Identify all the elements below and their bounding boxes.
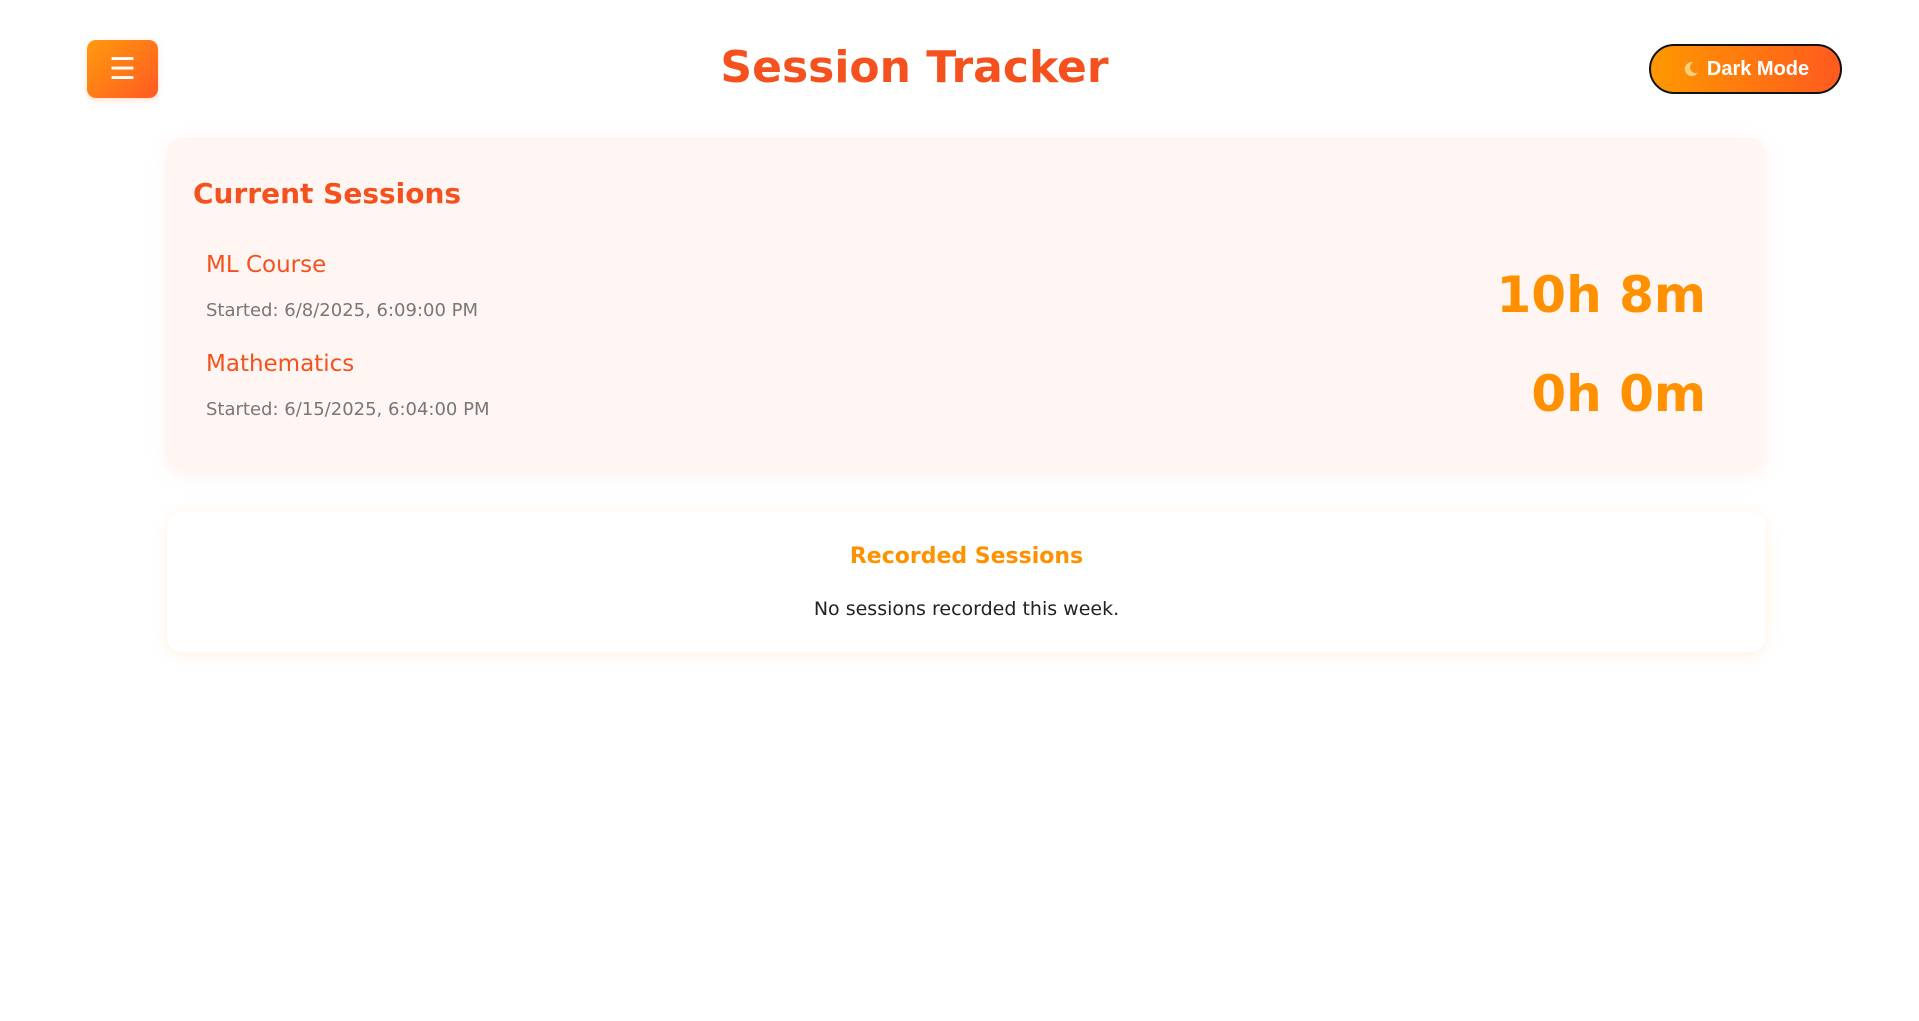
session-started-time: Started: 6/15/2025, 6:04:00 PM bbox=[206, 399, 490, 420]
session-name: Mathematics bbox=[206, 351, 355, 377]
dark-mode-toggle-button[interactable]: Dark Mode bbox=[1649, 44, 1842, 94]
current-sessions-title: Current Sessions bbox=[193, 177, 462, 210]
recorded-sessions-title: Recorded Sessions bbox=[849, 544, 1084, 569]
dark-mode-label: Dark Mode bbox=[1706, 57, 1810, 80]
current-sessions-card: Current Sessions ML Course Started: 6/8/… bbox=[166, 137, 1766, 471]
moon-icon bbox=[1682, 60, 1700, 78]
menu-icon: ☰ bbox=[109, 51, 136, 87]
recorded-sessions-card: Recorded Sessions No sessions recorded t… bbox=[167, 512, 1766, 652]
recorded-sessions-empty-message: No sessions recorded this week. bbox=[813, 598, 1120, 620]
session-duration: 10h 8m bbox=[1496, 266, 1706, 324]
page-title: Session Tracker bbox=[720, 42, 1109, 93]
session-name: ML Course bbox=[206, 252, 327, 278]
session-item: ML Course Started: 6/8/2025, 6:09:00 PM … bbox=[206, 252, 1706, 342]
session-duration: 0h 0m bbox=[1531, 365, 1706, 423]
session-started-time: Started: 6/8/2025, 6:09:00 PM bbox=[206, 300, 479, 321]
menu-button[interactable]: ☰ bbox=[87, 40, 158, 98]
header: ☰ Session Tracker Dark Mode bbox=[0, 0, 1919, 140]
session-item: Mathematics Started: 6/15/2025, 6:04:00 … bbox=[206, 351, 1706, 441]
